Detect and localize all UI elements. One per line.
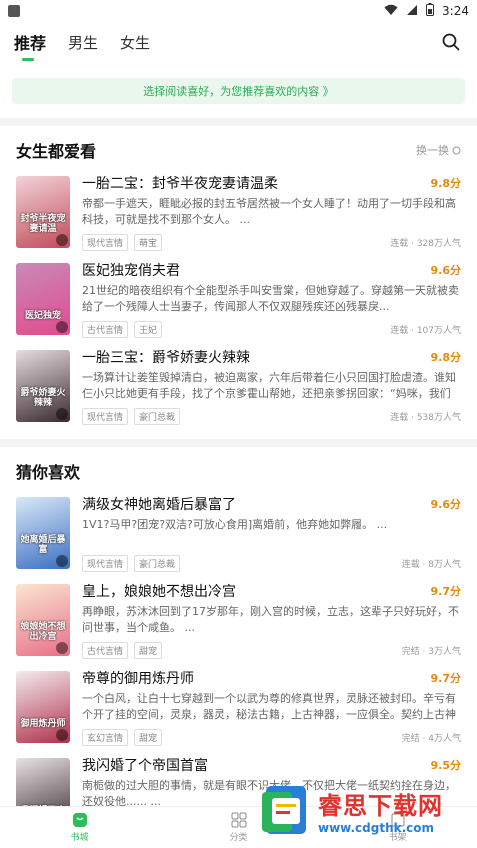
cover-title: 御用炼丹师 [20,719,66,729]
signal-icon [406,4,418,19]
book-item[interactable]: 她离婚后暴富 满级女神她离婚后暴富了 9.6分 1V1?马甲?团宠?双洁?可放心食用]… [16,495,461,582]
book-item[interactable]: 医妃独宠 医妃独宠俏夫君 9.6分 21世纪的暗夜组织有个全能型杀手叫安雪棠，但她穿越… [16,261,461,348]
book-score: 9.6分 [430,264,462,277]
notification-icon [8,5,20,17]
section-divider [0,439,477,447]
book-score: 9.8分 [430,351,462,364]
audio-badge-icon [56,408,68,420]
status-time: 3:24 [442,4,469,18]
book-cover[interactable]: 娘娘她不想出冷宫 [16,584,70,656]
book-cover[interactable]: 封爷半夜宠妻请温 [16,176,70,248]
status-bar: 3:24 [0,0,477,22]
watermark-title: 睿思下载网 [318,791,443,820]
book-item[interactable]: 爵爷娇妻火辣辣 一胎三宝：爵爷娇妻火辣辣 9.8分一场算计让姜笙毁掉清白，被迫离家，… [16,348,461,435]
book-description: 再睁眼，苏沐沐回到了17岁那年，刚入宫的时候，立志，这辈子只好玩好，不问世事，当… [82,605,459,634]
book-meta: 连载 · 8万人气 [401,560,461,570]
book-item[interactable]: 御用炼丹师 帝尊的御用炼丹师 9.7分一个白风，让白十七穿越到一个以武为尊的修真世界… [16,669,461,756]
book-meta: 完结 · 3万人气 [401,647,461,657]
book-description: 一个白风，让白十七穿越到一个以武为尊的修真世界，灵脉还被封印。辛亏有个开了挂的空… [82,692,456,721]
book-tag: 豪门总裁 [134,555,181,572]
book-tag: 现代言情 [82,408,129,425]
bookstore-icon [72,813,87,827]
tab-recommend[interactable]: 推荐 [14,30,46,61]
book-tag: 甜宠 [134,729,163,746]
book-item[interactable]: 封爷半夜宠妻请温 一胎二宝：封爷半夜宠妻请温柔 9.8分帝都一手遮天，睚眦必报的封五… [16,174,461,261]
cover-title: 医妃独宠 [24,311,61,321]
book-score: 9.8分 [430,177,462,190]
watermark: 睿思下载网 www.cdgthk.com [258,780,473,840]
bottom-tab-label: 书城 [70,833,89,843]
book-cover[interactable]: 她离婚后暴富 [16,497,70,569]
book-tag: 玄幻言情 [82,729,129,746]
book-tag: 萌宝 [134,234,163,251]
book-score: 9.7分 [430,672,462,685]
cover-title: 她离婚后暴富 [20,535,66,555]
audio-badge-icon [56,555,68,567]
battery-icon [426,3,435,19]
book-tag: 豪门总裁 [134,408,181,425]
section-girls-love: 女生都爱看 换一换 封爷半夜宠妻请温 一胎二宝：封爷半夜宠妻请温柔 9.8分 帝都一手… [0,126,477,435]
search-icon[interactable] [441,32,461,52]
audio-badge-icon [56,321,68,333]
book-description: 一场算计让姜笙毁掉清白，被迫离家，六年后带着仨小只回国打脸虐渣。谁知仨小只比她更… [82,371,456,400]
book-title[interactable]: 医妃独宠俏夫君 [82,260,180,280]
book-description: 21世纪的暗夜组织有个全能型杀手叫安雪棠，但她穿越了。穿越第一天就被卖给了一个残… [82,284,459,313]
book-title[interactable]: 一胎三宝：爵爷娇妻火辣辣 [82,347,250,367]
top-nav: 推荐 男生 女生 [0,22,477,62]
audio-badge-icon [56,234,68,246]
book-score: 9.7分 [430,585,462,598]
refresh-label: 换一换 [416,144,449,157]
book-cover[interactable]: 御用炼丹师 [16,671,70,743]
audio-badge-icon [56,642,68,654]
cover-title: 娘娘她不想出冷宫 [20,622,66,642]
book-tag: 王妃 [134,321,163,338]
section-title: 女生都爱看 [16,142,97,161]
cover-title: 爵爷娇妻火辣辣 [20,388,66,408]
watermark-logo-icon [258,782,314,838]
wifi-icon [384,4,398,19]
book-item[interactable]: 娘娘她不想出冷宫 皇上，娘娘她不想出冷宫 9.7分再睁眼，苏沐沐回到了17岁那年，刚… [16,582,461,669]
book-cover[interactable]: 爵爷娇妻火辣辣 [16,350,70,422]
category-icon [231,812,246,828]
refresh-icon [452,146,461,154]
watermark-url: www.cdgthk.com [318,820,435,835]
section-divider [0,118,477,126]
book-meta: 连载 · 328万人气 [390,239,461,249]
book-title[interactable]: 皇上，娘娘她不想出冷宫 [82,581,236,601]
book-tag: 现代言情 [82,555,129,572]
book-description: 帝都一手遮天，睚眦必报的封五爷居然被一个女人睡了！动用了一切手段和高科技，可就是… [82,197,456,226]
book-tag: 古代言情 [82,642,129,659]
book-meta: 连载 · 538万人气 [390,413,461,423]
book-tag: 现代言情 [82,234,129,251]
audio-badge-icon [56,729,68,741]
book-score: 9.5分 [430,759,462,772]
book-tag: 甜宠 [134,642,163,659]
refresh-button[interactable]: 换一换 [416,142,461,158]
section-title: 猜你喜欢 [16,463,81,482]
book-title[interactable]: 我闪婚了个帝国首富 [82,755,208,775]
bottom-tab-bookstore[interactable]: 书城 [0,807,159,848]
book-title[interactable]: 满级女神她离婚后暴富了 [82,494,236,514]
book-score: 9.6分 [430,498,462,511]
cover-title: 封爷半夜宠妻请温 [20,214,66,234]
tab-male[interactable]: 男生 [68,32,98,53]
book-description: 1V1?马甲?团宠?双洁?可放心食用]离婚前，他弃她如弊履。 ... [82,518,388,531]
banner-text: 选择阅读喜好，为您推荐喜欢的内容 》 [143,85,334,98]
preference-banner[interactable]: 选择阅读喜好，为您推荐喜欢的内容 》 [12,78,465,104]
tab-female[interactable]: 女生 [120,32,150,53]
book-cover[interactable]: 医妃独宠 [16,263,70,335]
bottom-tab-label: 分类 [229,833,248,843]
book-title[interactable]: 帝尊的御用炼丹师 [82,668,194,688]
book-meta: 连载 · 107万人气 [390,326,461,336]
book-tag: 古代言情 [82,321,129,338]
book-title[interactable]: 一胎二宝：封爷半夜宠妻请温柔 [82,173,278,193]
book-meta: 完结 · 4万人气 [401,734,461,744]
